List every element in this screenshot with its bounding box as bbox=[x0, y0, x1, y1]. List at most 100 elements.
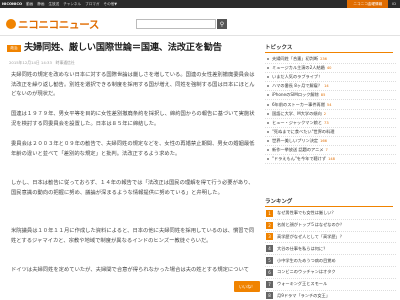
topic-text: 新作一挙放送 話題のアニメ bbox=[272, 146, 324, 152]
ranking-item[interactable]: 4 大谷の仕事を私らは何に？ bbox=[265, 243, 396, 256]
nav-item-niconico[interactable]: NICONICO bbox=[2, 0, 22, 8]
bullet-icon bbox=[267, 76, 269, 79]
topic-text: "死ぬまでに食べたい"世界の料理 bbox=[272, 128, 335, 134]
topic-count: 2 bbox=[323, 111, 326, 116]
bullet-icon bbox=[267, 67, 269, 70]
article-paragraph: ドイツは夫婦同姓を定めていたが、夫婦間で合意が得られなかった場合は夫の姓とする規… bbox=[11, 267, 249, 273]
rank-number: 4 bbox=[266, 245, 273, 253]
nav-item-blomaga[interactable]: ブロマガ bbox=[85, 0, 99, 8]
topic-item[interactable]: "ドラえもん"を今年で聴けず 148 bbox=[265, 155, 396, 165]
topic-text: "ドラえもん"を今年で聴けず bbox=[272, 156, 327, 162]
topic-text: iPhoneのSIMロック解除 bbox=[272, 92, 319, 98]
rank-number: 3 bbox=[266, 233, 273, 241]
ranking-item[interactable]: 3 高学歴がなぜ人として「高学歴」？ bbox=[265, 232, 396, 244]
topic-item[interactable]: ミュージカル主演の2人結婚 40 bbox=[265, 64, 396, 74]
rank-number: 8 bbox=[266, 292, 273, 300]
topic-item[interactable]: 6年前のストーカー事件再燃 54 bbox=[265, 100, 396, 110]
topic-text: 国語に大学、M大学の傾向 bbox=[272, 110, 322, 116]
bullet-icon bbox=[267, 158, 269, 161]
bullet-icon bbox=[267, 85, 269, 88]
article-headline: 夫婦同姓、厳しい国際世論＝国連、法改正を勧告 bbox=[24, 42, 222, 53]
topic-count: 236 bbox=[320, 57, 327, 62]
rank-number: 7 bbox=[266, 280, 273, 288]
bullet-icon bbox=[267, 139, 269, 142]
bullet-icon bbox=[267, 148, 269, 151]
ranking-item[interactable]: 8 月9ドラマ「ランチの女王」 bbox=[265, 291, 396, 300]
ranking-text: 大谷の仕事を私らは何に？ bbox=[277, 245, 328, 251]
topic-count: 73 bbox=[324, 120, 329, 125]
bullet-icon bbox=[267, 58, 269, 61]
nav-promo-link[interactable]: ニコニコ金曜情報 bbox=[347, 0, 389, 8]
ranking-text: コンビニのウッチャンはオタク bbox=[277, 269, 336, 275]
bullet-icon bbox=[267, 94, 269, 97]
topic-item[interactable]: "死ぬまでに食べたい"世界の料理 bbox=[265, 128, 396, 137]
ranking-item[interactable]: 1 なぜ男性事でも女性は厳しい？ bbox=[265, 208, 396, 220]
topic-item[interactable]: いまだ人気のラブライブ！ bbox=[265, 73, 396, 83]
nav-item-more[interactable]: その他▼ bbox=[103, 0, 117, 8]
topics-list: 夫婦同姓「合憲」初判断 236 ミュージカル主演の2人結婚 40 いまだ人気のラブラ… bbox=[265, 55, 396, 165]
topic-text: 世界一美しいプリン決定 bbox=[272, 137, 319, 143]
ranking-text: 名前と顔がトップ５はなぜなのか？ bbox=[277, 222, 345, 228]
like-button[interactable]: いいね！ bbox=[234, 281, 260, 292]
bullet-icon bbox=[267, 121, 269, 124]
ranking-item[interactable]: 6 コンビニのウッチャンはオタク bbox=[265, 267, 396, 279]
rank-number: 6 bbox=[266, 268, 273, 276]
rank-number: 1 bbox=[266, 209, 273, 217]
rank-number: 2 bbox=[266, 221, 273, 229]
nav-user-link[interactable]: ID bbox=[388, 0, 400, 8]
article-paragraph: 国連は１９７９年、男女平等を目的に女性差別撤廃条約を採択し、締約国からの報告に基… bbox=[11, 111, 255, 127]
ranking-item[interactable]: 7 ウォーキング王とスモール bbox=[265, 279, 396, 291]
topic-text: ミュージカル主演の2人結婚 bbox=[272, 65, 325, 71]
topics-title: トピックス bbox=[265, 44, 393, 53]
topic-count: 54 bbox=[326, 102, 332, 107]
ranking-text: ウォーキング王とスモール bbox=[277, 281, 328, 287]
topic-count: 85 bbox=[320, 93, 326, 98]
bullet-icon bbox=[267, 112, 269, 115]
category-badge[interactable]: 政治 bbox=[7, 45, 21, 52]
topic-text: ヒュー・ジャックマン娘と bbox=[272, 119, 323, 125]
ranking-title: ランキング bbox=[265, 198, 393, 207]
topic-count: 14 bbox=[324, 84, 329, 89]
ranking-list: 1 なぜ男性事でも女性は厳しい？ 2 名前と顔がトップ５はなぜなのか？ 3 高学歴がな… bbox=[265, 208, 396, 300]
bullet-icon bbox=[267, 130, 269, 133]
ranking-text: 月9ドラマ「ランチの女王」 bbox=[277, 292, 330, 298]
topic-item[interactable]: 世界一美しいプリン決定 166 bbox=[265, 137, 396, 146]
site-logo[interactable]: ニコニコニュース bbox=[6, 17, 99, 31]
ranking-text: なぜ男性事でも女性は厳しい？ bbox=[277, 210, 336, 216]
nav-right-group: ニコニコ金曜情報 ID bbox=[347, 0, 400, 8]
ranking-text: 小中学生のためうつ病の目覚め bbox=[277, 257, 336, 263]
topic-count: 148 bbox=[328, 157, 335, 162]
topic-item[interactable]: iPhoneのSIMロック解除 85 bbox=[265, 91, 396, 101]
topic-count: 166 bbox=[320, 138, 327, 143]
topic-text: いまだ人気のラブライブ！ bbox=[272, 74, 323, 80]
topic-text: ハマの番長 8ヶ月で解雇？ bbox=[272, 83, 323, 89]
rank-number: 5 bbox=[266, 257, 273, 265]
topic-count: 7 bbox=[325, 147, 328, 152]
article-meta: 2015年12月14日 14:33 時事通信社 bbox=[9, 60, 75, 65]
article-paragraph: 米院議員は１０年１１月に作成した資料によると、日本の他に夫婦同姓を採用しているの… bbox=[11, 228, 255, 244]
topic-item[interactable]: 国語に大学、M大学の傾向 2 bbox=[265, 110, 396, 119]
logo-mark-icon bbox=[6, 19, 16, 29]
ranking-text: 高学歴がなぜ人として「高学歴」？ bbox=[277, 233, 344, 239]
topic-item[interactable]: ヒュー・ジャックマン娘と 73 bbox=[265, 119, 396, 128]
topic-text: 6年前のストーカー事件再燃 bbox=[272, 101, 325, 107]
ranking-item[interactable]: 2 名前と顔がトップ５はなぜなのか？ bbox=[265, 220, 396, 232]
article-paragraph: しかし、日本は勧告に従っておらず、１４年の報告では「法改正は国民の理解を得て行う… bbox=[11, 180, 254, 196]
article-paragraph: 委員会は２００３年と０９年の勧告で、夫婦同姓の規定などを、女性の再婚禁止期間、男… bbox=[11, 141, 255, 157]
topic-count: 40 bbox=[326, 66, 332, 71]
topic-text: 夫婦同姓「合憲」初判断 bbox=[272, 56, 319, 62]
site-header: ニコニコニュース ⚲ bbox=[0, 8, 400, 36]
article-paragraph: 夫婦同姓の規定を改めない日本に対する国際世論は厳しさを増している。国連の女性差別… bbox=[11, 72, 255, 97]
nav-item-channel[interactable]: チャンネル bbox=[63, 0, 81, 8]
topic-item[interactable]: ハマの番長 8ヶ月で解雇？ 14 bbox=[265, 82, 396, 92]
nav-item-video[interactable]: 動画 bbox=[26, 0, 33, 8]
ranking-item[interactable]: 5 小中学生のためうつ病の目覚め bbox=[265, 255, 396, 267]
search-input[interactable] bbox=[136, 19, 216, 29]
nav-item-seiga[interactable]: 静画 bbox=[37, 0, 44, 8]
nav-item-live[interactable]: 生放送 bbox=[48, 0, 59, 8]
bullet-icon bbox=[267, 103, 269, 106]
search-icon[interactable]: ⚲ bbox=[217, 19, 227, 29]
topic-item[interactable]: 夫婦同姓「合憲」初判断 236 bbox=[265, 55, 396, 65]
global-nav: NICONICO 動画 静画 生放送 チャンネル ブロマガ その他▼ ニコニコ金… bbox=[0, 0, 400, 8]
topic-item[interactable]: 新作一挙放送 話題のアニメ 7 bbox=[265, 146, 396, 156]
